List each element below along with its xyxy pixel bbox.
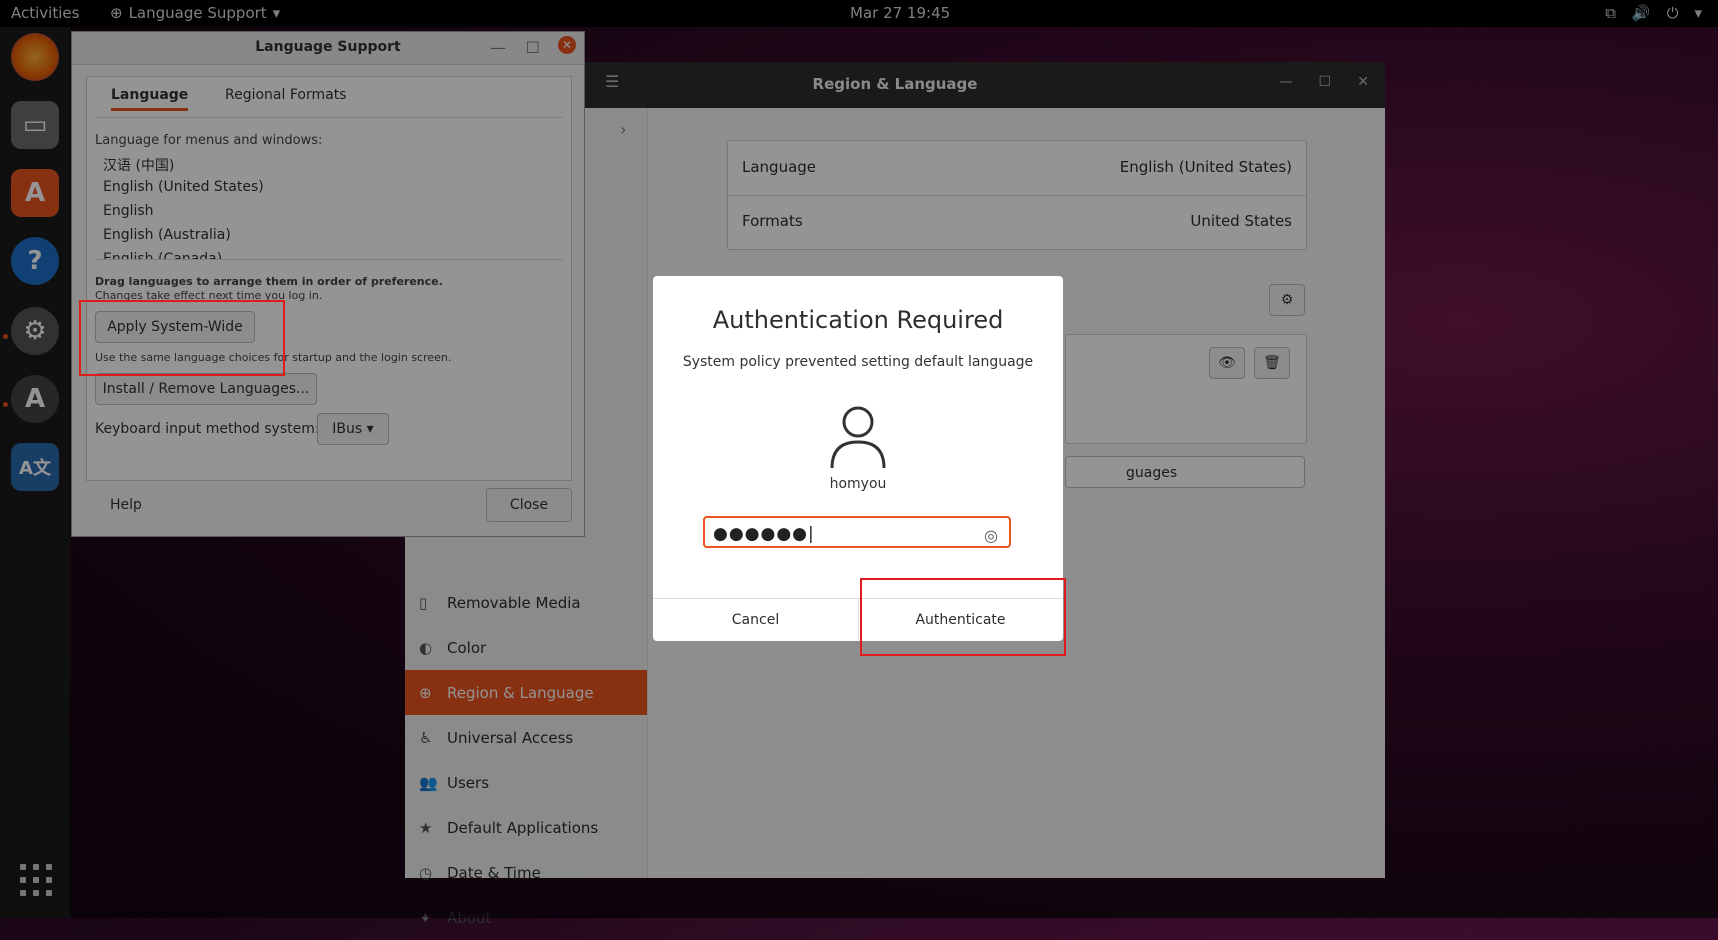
authenticate-button[interactable]: Authenticate bbox=[858, 599, 1063, 641]
authentication-dialog: Authentication Required System policy pr… bbox=[653, 276, 1063, 641]
cancel-button[interactable]: Cancel bbox=[653, 599, 859, 641]
password-field[interactable]: ●●●●●●| ◎ bbox=[703, 516, 1011, 548]
auth-username: homyou bbox=[829, 476, 887, 492]
auth-message: System policy prevented setting default … bbox=[682, 354, 1034, 370]
auth-title: Authentication Required bbox=[712, 306, 1004, 334]
auth-button-bar: Cancel Authenticate bbox=[653, 598, 1063, 641]
hide-password-icon[interactable]: ◎ bbox=[984, 520, 999, 552]
password-mask: ●●●●●● bbox=[713, 524, 809, 544]
user-avatar-icon bbox=[830, 406, 886, 469]
